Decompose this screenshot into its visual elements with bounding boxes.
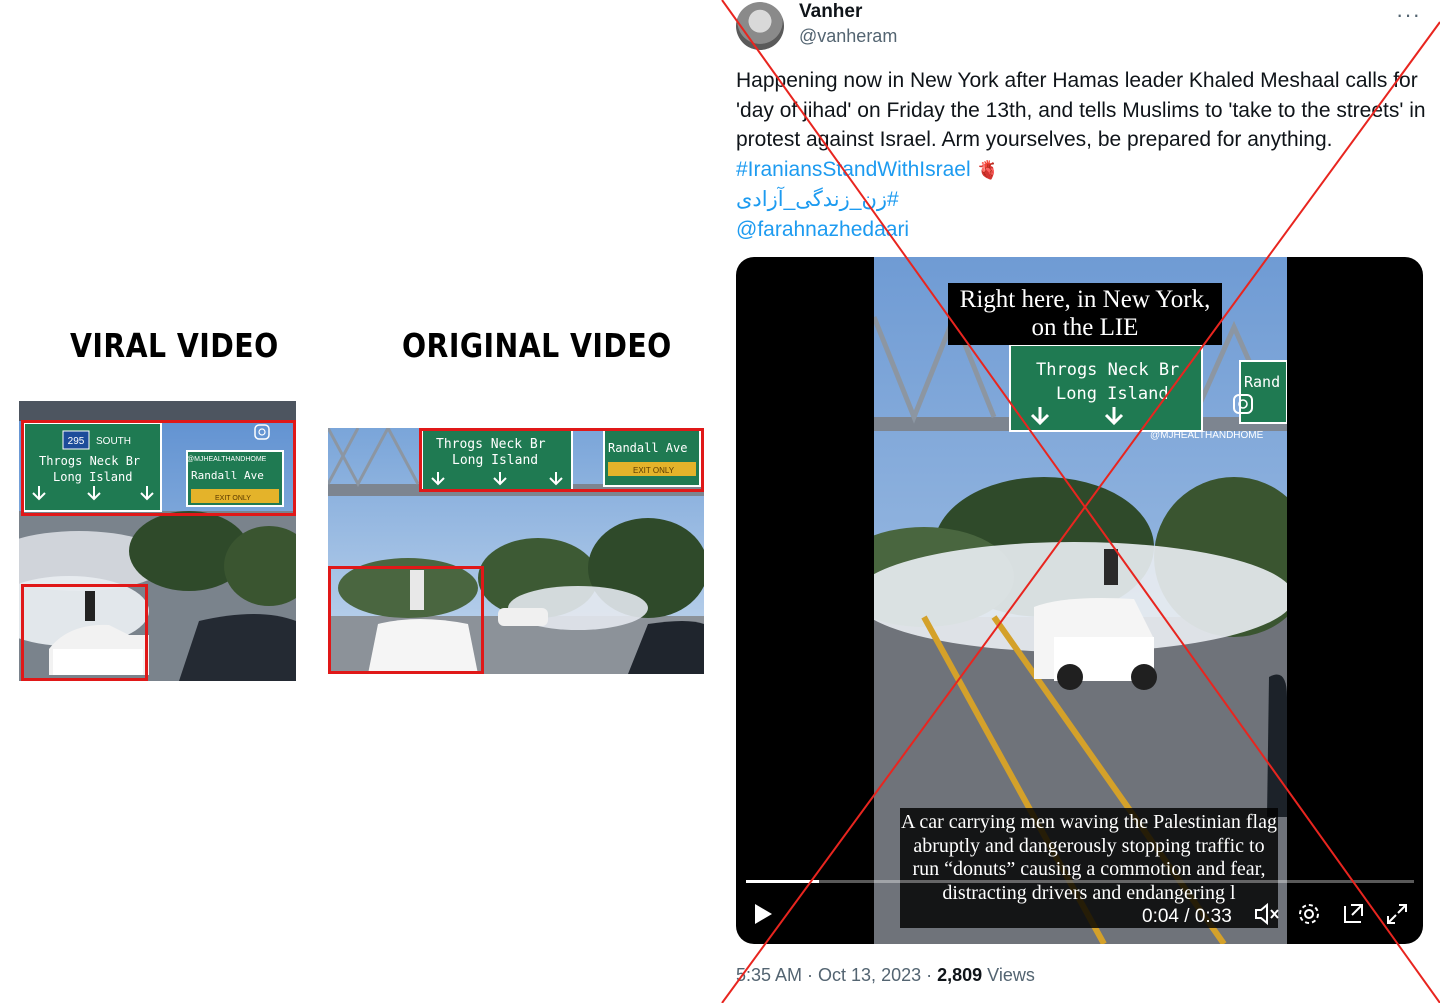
video-time-display: 0:04 / 0:33 xyxy=(1142,906,1232,927)
video-watermark: @MJHEALTHANDHOME xyxy=(1150,430,1264,441)
video-sign-right: Rand xyxy=(1244,373,1280,391)
video-sign-line1: Throgs Neck Br xyxy=(1036,360,1179,380)
mention-link[interactable]: @farahnazhedaari xyxy=(736,218,909,241)
settings-gear-icon[interactable] xyxy=(1297,902,1321,926)
original-video-title: ORIGINAL VIDEO xyxy=(402,326,672,365)
hashtag-link[interactable]: #IraniansStandWithIsrael xyxy=(736,158,971,181)
tweet-timestamp[interactable]: 5:35 AM · Oct 13, 2023 · xyxy=(736,965,937,985)
play-icon[interactable] xyxy=(752,902,774,926)
hashtag-link-persian[interactable]: #زن_زندگی_آزادی xyxy=(736,188,899,211)
mute-icon[interactable] xyxy=(1254,902,1280,926)
video-player[interactable]: Throgs Neck Br Long Island Rand @MJHEALT… xyxy=(736,257,1423,944)
views-count: 2,809 xyxy=(937,965,983,985)
author-display-name[interactable]: Vanher xyxy=(799,1,862,23)
views-label: Views xyxy=(982,965,1035,985)
author-handle[interactable]: @vanheram xyxy=(799,26,897,47)
video-progress-fill xyxy=(746,880,820,883)
fullscreen-icon[interactable] xyxy=(1385,902,1409,926)
highlight-box-signs-original xyxy=(419,428,704,492)
avatar[interactable] xyxy=(736,2,784,50)
anatomical-heart-icon: 🫀 xyxy=(976,159,999,180)
highlight-box-signs xyxy=(21,420,296,516)
tweet-text: Happening now in New York after Hamas le… xyxy=(736,66,1426,244)
highlight-box-car xyxy=(21,584,148,681)
tweet-card: Vanher @vanheram ··· Happening now in Ne… xyxy=(720,0,1440,1003)
tweet-body: Happening now in New York after Hamas le… xyxy=(736,69,1426,151)
viral-video-title: VIRAL VIDEO xyxy=(70,326,279,365)
more-options-button[interactable]: ··· xyxy=(1396,2,1421,28)
highlight-box-car-original xyxy=(328,566,484,674)
tweet-meta: 5:35 AM · Oct 13, 2023 · 2,809 Views xyxy=(736,965,1035,986)
video-sign-line2: Long Island xyxy=(1056,384,1169,404)
viral-video-frame: 295 SOUTH Throgs Neck Br Long Island Ran… xyxy=(19,401,296,681)
dock-video-icon[interactable] xyxy=(1341,902,1365,926)
video-caption-top: Right here, in New York, on the LIE xyxy=(948,283,1222,345)
original-video-frame: Throgs Neck Br Long Island Randall Ave E… xyxy=(328,428,704,674)
video-progress-bar[interactable] xyxy=(746,880,1414,883)
